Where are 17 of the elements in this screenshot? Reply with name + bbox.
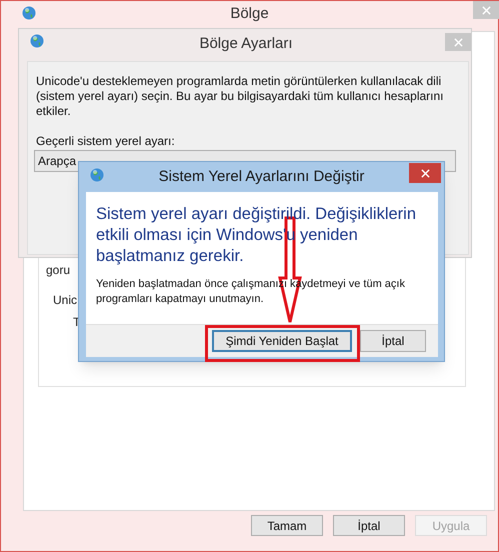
- dialog-button[interactable]: Tamam: [251, 515, 323, 536]
- field-label: Geçerli sistem yerel ayarı:: [36, 133, 175, 150]
- dialog-title: Bölge Ayarları: [199, 34, 293, 54]
- globe-icon: [29, 33, 45, 49]
- close-button[interactable]: [409, 163, 441, 183]
- label-text: Unic: [53, 292, 78, 309]
- globe-icon: [21, 5, 37, 21]
- dialog-button[interactable]: İptal: [333, 515, 405, 536]
- window-title: Bölge: [230, 4, 269, 24]
- label-text: goru: [46, 262, 70, 279]
- close-icon: [420, 168, 430, 178]
- description-text: Unicode'u desteklemeyen programlarda metin görüntülerken kullanılacak dili (sistem yerel ayarı) seçin. Bu ayar bu bilgisayardaki tüm kullanıcı hesaplarını etkiler.: [36, 74, 445, 119]
- close-icon: [482, 6, 490, 14]
- close-icon: [454, 38, 462, 46]
- globe-icon: [89, 167, 105, 183]
- dialog-button[interactable]: Şimdi Yeniden Başlat: [212, 330, 352, 352]
- dialog-button[interactable]: İptal: [360, 330, 426, 352]
